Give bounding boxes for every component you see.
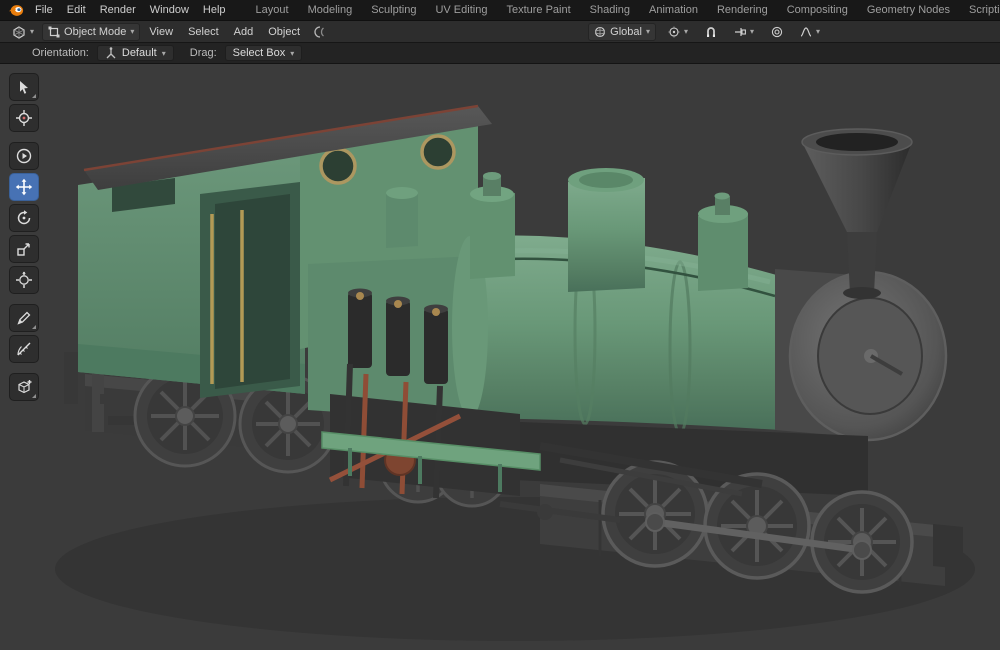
mode-label: Object Mode [64, 26, 126, 38]
add-cube-icon [15, 378, 33, 396]
proportional-edit-toggle[interactable] [766, 24, 788, 40]
chevron-down-icon: ▾ [750, 28, 754, 36]
menu-select[interactable]: Select [182, 24, 225, 40]
tab-compositing[interactable]: Compositing [778, 2, 857, 18]
tweak-icon [15, 147, 33, 165]
drag-setting-label: Drag: [190, 47, 217, 59]
transform-icon [15, 271, 33, 289]
overlays-icon[interactable] [313, 25, 327, 39]
blender-logo-icon[interactable] [8, 3, 24, 17]
tab-sculpting[interactable]: Sculpting [362, 2, 425, 18]
tool-add-cube[interactable] [9, 373, 39, 401]
chevron-down-icon: ▾ [30, 28, 34, 36]
menu-edit[interactable]: Edit [60, 2, 93, 18]
chevron-down-icon: ▾ [130, 28, 134, 36]
tool-scale[interactable] [9, 235, 39, 263]
orientation-setting-dropdown[interactable]: Default ▾ [97, 45, 174, 61]
porthole-window [321, 149, 355, 183]
viewport-3d[interactable] [0, 63, 1000, 649]
mode-selector[interactable]: Object Mode ▾ [42, 23, 140, 41]
snap-target-dropdown[interactable]: ▾ [729, 24, 759, 40]
workspace-tabs: Layout Modeling Sculpting UV Editing Tex… [247, 2, 1000, 18]
tool-rotate[interactable] [9, 204, 39, 232]
select-box-icon [15, 78, 33, 96]
tool-measure[interactable] [9, 335, 39, 363]
orientation-globe-icon [594, 26, 606, 38]
editor-type-3d-viewport-icon [12, 25, 26, 39]
rotate-icon [15, 209, 33, 227]
snap-toggle-button[interactable] [700, 24, 722, 40]
snap-target-icon [734, 26, 746, 38]
tool-cursor[interactable] [9, 104, 39, 132]
chevron-down-icon: ▾ [816, 28, 820, 36]
chevron-down-icon: ▾ [162, 49, 166, 58]
measure-icon [15, 340, 33, 358]
annotate-pencil-icon [15, 309, 33, 327]
topbar: File Edit Render Window Help Layout Mode… [0, 0, 1000, 20]
tab-rendering[interactable]: Rendering [708, 2, 777, 18]
transform-orientation-dropdown[interactable]: Global ▾ [588, 23, 656, 41]
viewport-header: ▾ Object Mode ▾ View Select Add Object G… [0, 20, 1000, 42]
orientation-label: Global [610, 26, 642, 38]
drag-setting-dropdown[interactable]: Select Box ▾ [225, 45, 303, 61]
object-mode-icon [48, 26, 60, 38]
menu-file[interactable]: File [28, 2, 60, 18]
chevron-down-icon: ▾ [646, 28, 650, 36]
tool-shelf [9, 73, 39, 404]
tool-settings-bar: Orientation: Default ▾ Drag: Select Box … [0, 42, 1000, 63]
menu-help[interactable]: Help [196, 2, 233, 18]
pivot-point-dropdown[interactable]: ▾ [663, 24, 693, 40]
tab-texture-paint[interactable]: Texture Paint [497, 2, 579, 18]
chevron-down-icon: ▾ [684, 28, 688, 36]
pivot-point-icon [668, 26, 680, 38]
menu-object[interactable]: Object [262, 24, 306, 40]
tab-modeling[interactable]: Modeling [299, 2, 362, 18]
viewport-scene [0, 64, 1000, 650]
drag-setting-value: Select Box [233, 47, 286, 59]
editor-type-selector[interactable]: ▾ [7, 23, 39, 41]
magnet-icon [705, 26, 717, 38]
cursor-icon [15, 109, 33, 127]
axis-icon [105, 47, 117, 59]
menu-view[interactable]: View [143, 24, 179, 40]
tool-select-box[interactable] [9, 73, 39, 101]
menu-window[interactable]: Window [143, 2, 196, 18]
tab-shading[interactable]: Shading [581, 2, 639, 18]
tab-geometry-nodes[interactable]: Geometry Nodes [858, 2, 959, 18]
proportional-falloff-dropdown[interactable]: ▾ [795, 24, 825, 40]
chevron-down-icon: ▾ [290, 49, 294, 58]
porthole-window [422, 136, 454, 168]
tab-uv-editing[interactable]: UV Editing [426, 2, 496, 18]
tab-scripting[interactable]: Scripting [960, 2, 1000, 18]
tool-annotate[interactable] [9, 304, 39, 332]
scale-icon [15, 240, 33, 258]
orientation-setting-label: Orientation: [32, 47, 89, 59]
tab-animation[interactable]: Animation [640, 2, 707, 18]
tool-move[interactable] [9, 173, 39, 201]
tool-transform[interactable] [9, 266, 39, 294]
orientation-setting-value: Default [122, 47, 157, 59]
falloff-curve-icon [800, 26, 812, 38]
tab-layout[interactable]: Layout [247, 2, 298, 18]
header-right-controls: Global ▾ ▾ ▾ [588, 23, 825, 41]
move-icon [15, 178, 33, 196]
menu-render[interactable]: Render [93, 2, 143, 18]
tool-tweak[interactable] [9, 142, 39, 170]
menu-add[interactable]: Add [228, 24, 260, 40]
proportional-edit-icon [771, 26, 783, 38]
